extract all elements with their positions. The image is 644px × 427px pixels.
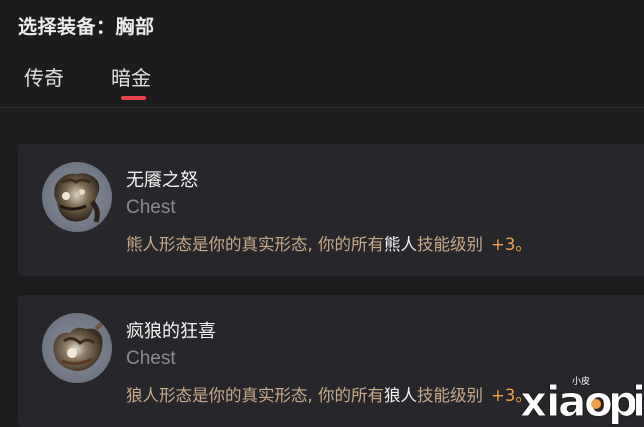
item-name: 无餍之怒: [126, 170, 198, 191]
description-highlight: 熊人: [384, 235, 417, 254]
item-description: 熊人形态是你的真实形态, 你的所有熊人技能级别 +3。: [126, 231, 532, 255]
header: 选择装备：胸部 传奇 暗金: [0, 0, 644, 108]
description-highlight: 狼人: [384, 386, 417, 405]
description-text: 熊人形态是你的真实形态, 你的所有: [126, 235, 384, 254]
item-card[interactable]: 无餍之怒 Chest 熊人形态是你的真实形态, 你的所有熊人技能级别 +3。: [18, 144, 644, 276]
item-card[interactable]: 疯狼的狂喜 Chest 狼人形态是你的真实形态, 你的所有狼人技能级别 +3。: [18, 295, 644, 427]
active-tab-indicator: [121, 96, 146, 100]
item-description: 狼人形态是你的真实形态, 你的所有狼人技能级别 +3。: [126, 382, 532, 406]
description-bonus: +3。: [491, 386, 532, 405]
item-slot-type: Chest: [126, 348, 176, 369]
description-text: 狼人形态是你的真实形态, 你的所有: [126, 386, 384, 405]
description-text-end: 技能级别: [417, 386, 483, 405]
chest-armor-icon: [42, 162, 112, 232]
watermark-small-text: 小皮: [572, 377, 591, 387]
tab-unique[interactable]: 暗金: [111, 62, 151, 91]
item-slot-type: Chest: [126, 197, 176, 218]
tab-legendary[interactable]: 传奇: [24, 62, 64, 91]
chest-armor-icon: [42, 313, 112, 383]
description-text-end: 技能级别: [417, 235, 483, 254]
description-bonus: +3。: [491, 235, 532, 254]
item-name: 疯狼的狂喜: [126, 321, 216, 342]
page-title: 选择装备：胸部: [18, 16, 155, 38]
